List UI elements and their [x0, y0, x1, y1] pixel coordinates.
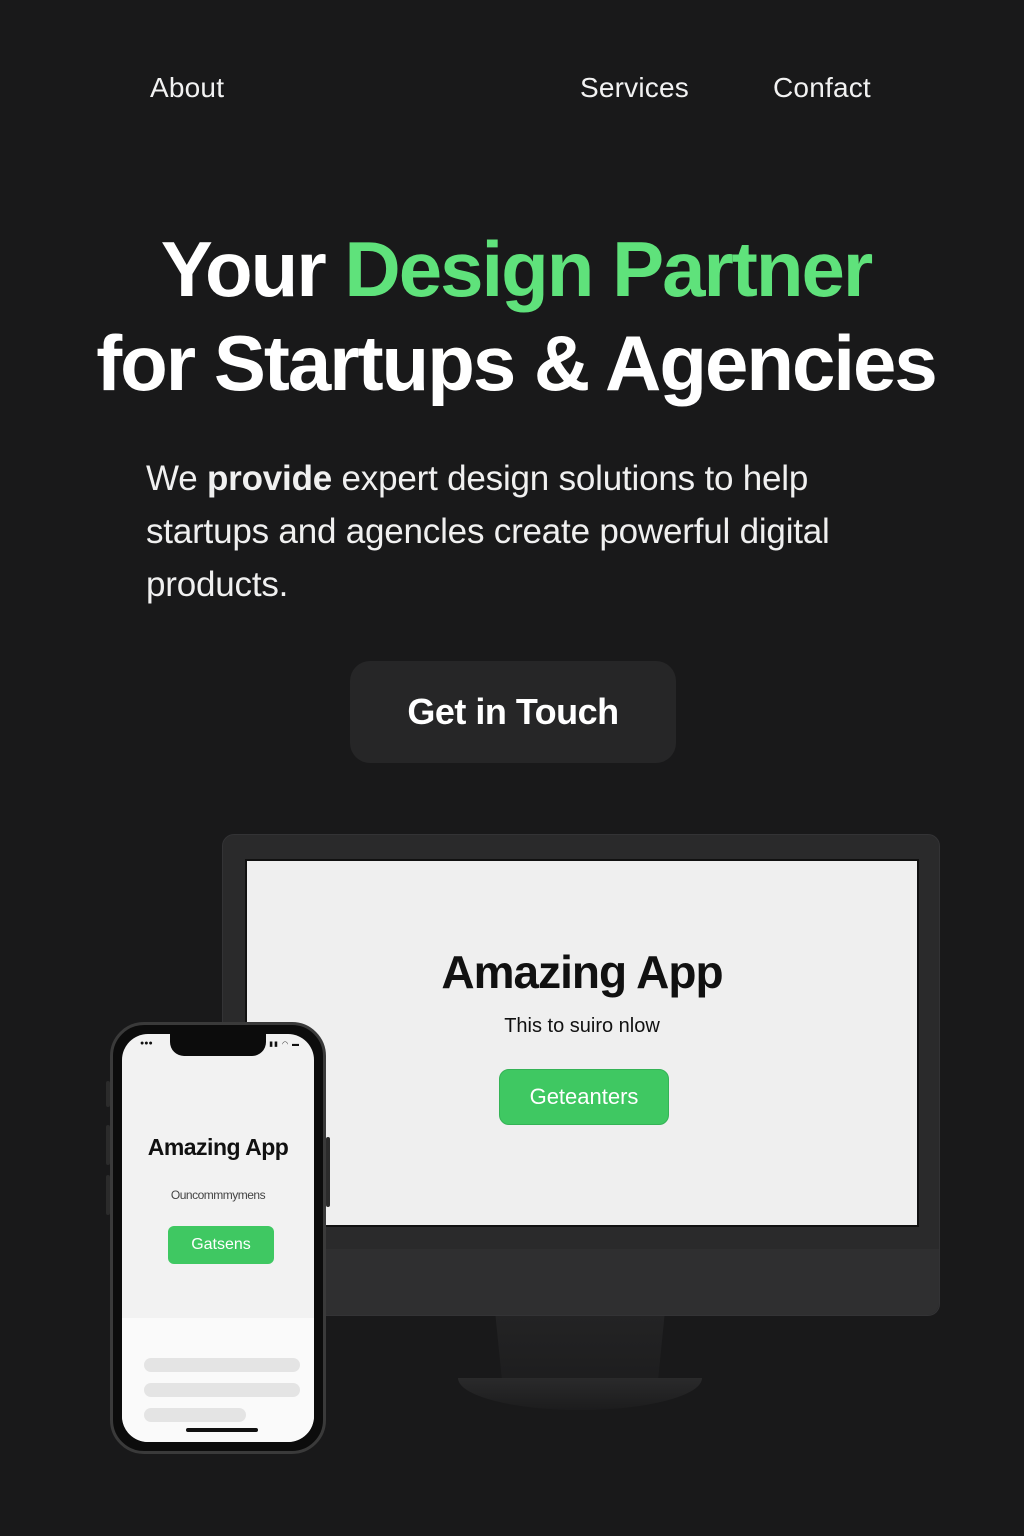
- nav-link-services[interactable]: Services: [580, 72, 689, 104]
- monitor-stand-foot: [458, 1378, 702, 1410]
- phone-placeholder-section: [122, 1318, 314, 1442]
- phone-app-button: Gatsens: [168, 1226, 274, 1264]
- monitor-screen: Amazing App This to suiro nlow Geteanter…: [245, 859, 919, 1227]
- get-in-touch-button[interactable]: Get in Touch: [350, 661, 676, 763]
- nav-link-about[interactable]: About: [150, 72, 224, 104]
- hero-title: Your Design Partner for Startups & Agenc…: [0, 222, 1024, 410]
- hero-subtitle-lead: We: [146, 459, 207, 498]
- status-bar-time: ●●●: [140, 1040, 153, 1047]
- desktop-monitor-mockup: Amazing App This to suiro nlow Geteanter…: [222, 834, 940, 1316]
- phone-app-title: Amazing App: [147, 1134, 289, 1160]
- phone-volume-down: [106, 1175, 110, 1215]
- placeholder-line: [144, 1408, 246, 1422]
- monitor-stand-neck: [495, 1316, 665, 1386]
- phone-side-button: [106, 1081, 110, 1107]
- hero-subtitle-bold: provide: [207, 459, 333, 498]
- phone-screen: ●●● ▮▮ ◠ ▬ Amazing App Ouncommmymens Gat…: [122, 1034, 314, 1442]
- phone-power-button: [326, 1137, 330, 1207]
- landing-page: About Services Confact Your Design Partn…: [0, 0, 1024, 1536]
- monitor-app-title: Amazing App: [441, 946, 723, 998]
- phone-notch: [170, 1034, 266, 1056]
- phone-app-subtitle: Ouncommmymens: [170, 1188, 266, 1202]
- hero-title-lead: Your: [160, 225, 345, 313]
- hero-title-accent: Design Partner: [344, 225, 873, 313]
- home-indicator: [186, 1428, 258, 1432]
- placeholder-line: [144, 1358, 300, 1372]
- status-bar-icons: ▮▮ ◠ ▬: [269, 1041, 300, 1048]
- nav-link-contact[interactable]: Confact: [773, 72, 871, 104]
- phone-volume-up: [106, 1125, 110, 1165]
- monitor-chin: [223, 1249, 939, 1315]
- monitor-app-subtitle: This to suiro nlow: [504, 1015, 660, 1037]
- monitor-app-button: Geteanters: [499, 1069, 669, 1125]
- hero-subtitle: We provide expert design solutions to he…: [146, 452, 906, 611]
- hero-title-tail: for Startups & Agencies: [96, 319, 938, 407]
- placeholder-line: [144, 1383, 300, 1397]
- phone-mockup: ●●● ▮▮ ◠ ▬ Amazing App Ouncommmymens Gat…: [106, 1022, 330, 1454]
